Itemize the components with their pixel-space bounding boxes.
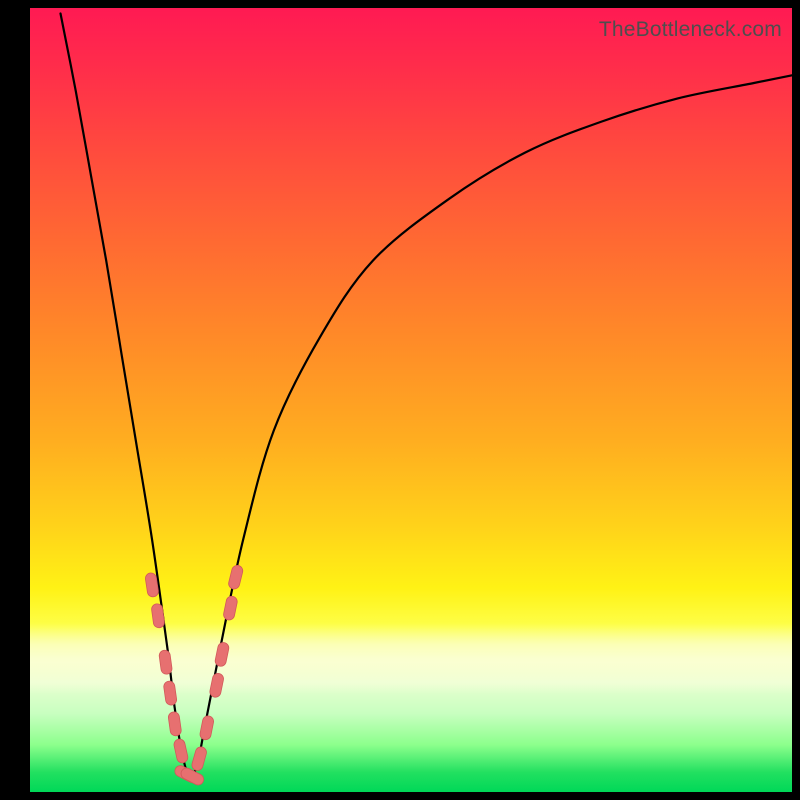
curve-marker xyxy=(214,642,230,668)
curve-marker xyxy=(191,746,208,772)
curve-marker xyxy=(209,672,225,698)
chart-frame: TheBottleneck.com xyxy=(0,0,800,800)
curve-marker xyxy=(159,650,173,675)
curve-marker xyxy=(179,766,205,787)
curve-marker xyxy=(223,595,239,621)
curve-marker xyxy=(227,564,243,590)
plot-area: TheBottleneck.com xyxy=(30,8,792,792)
curve-marker xyxy=(173,738,189,764)
curve-marker xyxy=(151,603,165,628)
watermark-text: TheBottleneck.com xyxy=(599,18,782,42)
curve-marker xyxy=(168,711,182,736)
curve-marker xyxy=(163,680,177,705)
curve-marker xyxy=(199,715,214,741)
curve-layer xyxy=(30,8,792,792)
